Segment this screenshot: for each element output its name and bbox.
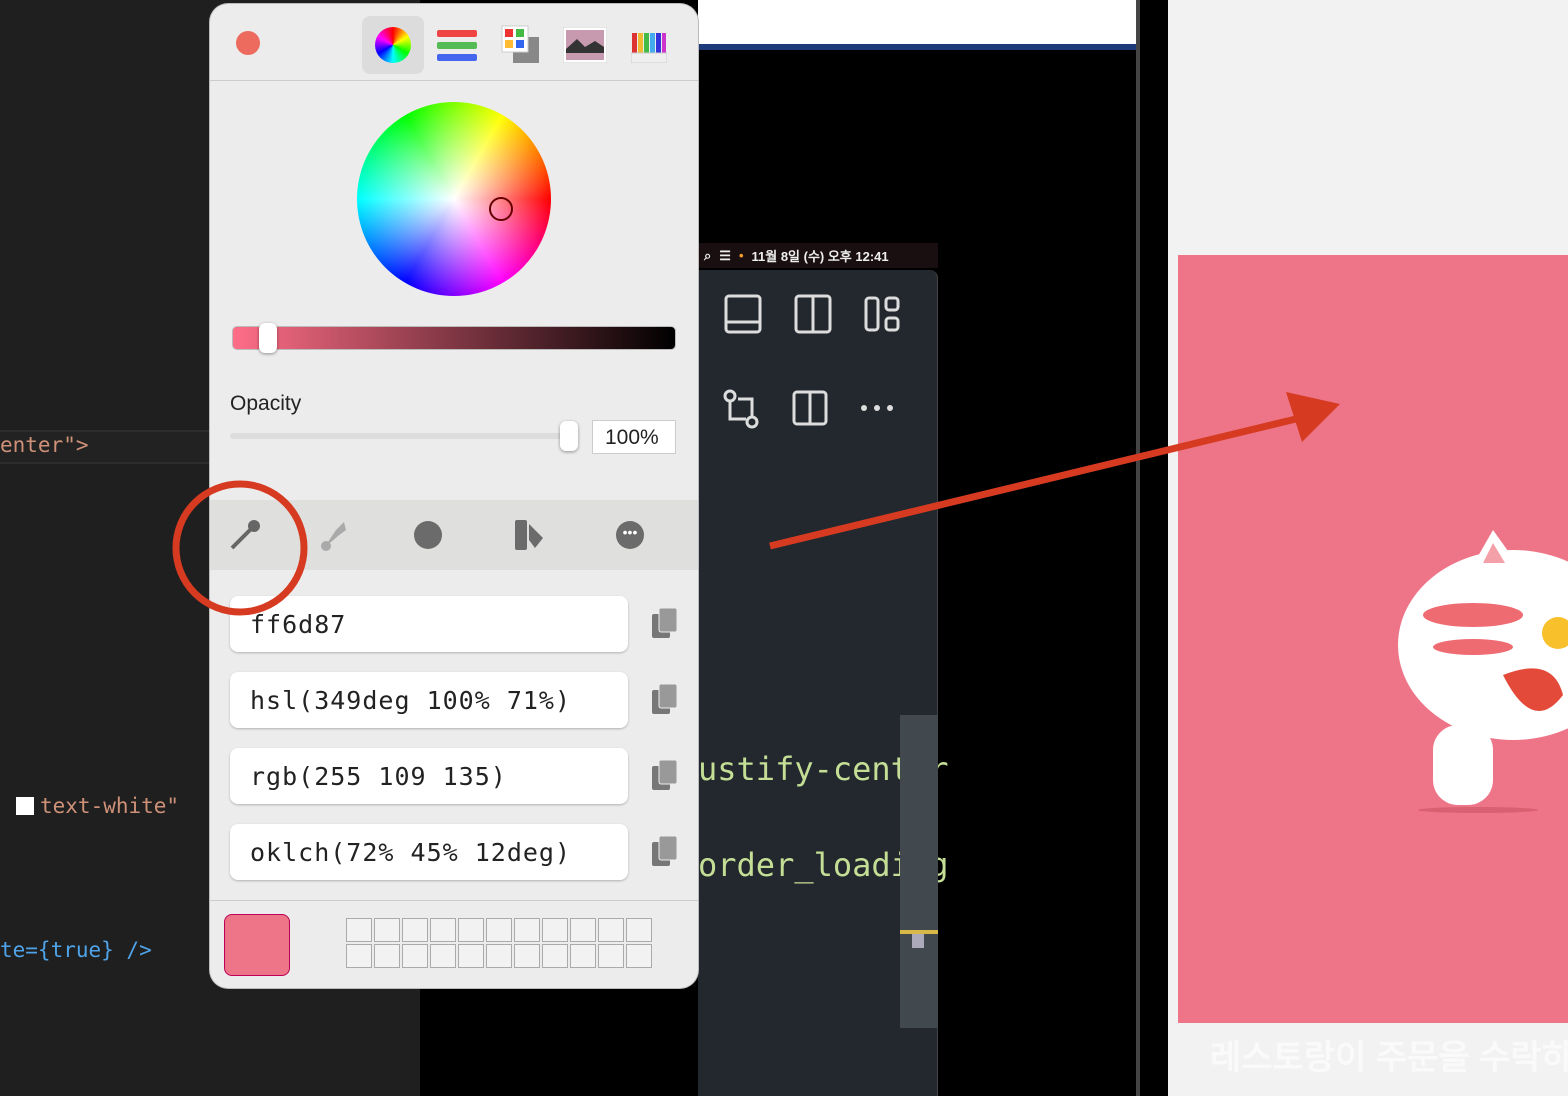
swatch-slot[interactable] <box>542 944 568 968</box>
color-wheel[interactable] <box>357 102 551 296</box>
split-editor-icon <box>792 390 828 426</box>
sliders-icon <box>437 30 477 61</box>
history-clock-icon[interactable] <box>414 521 442 549</box>
swatches-icon[interactable] <box>513 518 545 552</box>
copy-hex-icon[interactable] <box>650 606 678 640</box>
layout-toolbar <box>723 294 900 429</box>
swatch-slot[interactable] <box>626 918 652 942</box>
layout-grid-icon <box>864 296 900 332</box>
opacity-slider[interactable] <box>230 421 578 451</box>
cat-mascot-illustration <box>1398 530 1568 813</box>
rgb-value-field[interactable]: rgb(255 109 135) <box>230 748 628 804</box>
preview-pink-banner <box>1178 255 1568 1023</box>
brightness-slider[interactable] <box>232 323 676 353</box>
tab-pencils[interactable] <box>618 16 680 74</box>
swatch-slot[interactable] <box>570 944 596 968</box>
recording-dot-icon: • <box>738 248 744 263</box>
more-icon <box>861 405 893 411</box>
opacity-slider-thumb[interactable] <box>560 421 578 451</box>
tab-image-palettes[interactable] <box>554 16 616 74</box>
color-wheel-icon <box>375 27 411 63</box>
tab-color-wheel[interactable] <box>362 16 424 74</box>
hex-value-field[interactable]: ff6d87 <box>230 596 628 652</box>
palettes-icon <box>501 25 539 63</box>
color-picker-panel: Opacity 100% ••• ff6d87 hsl(349deg 100% … <box>210 4 698 988</box>
control-center-icon[interactable]: ☰ <box>719 248 731 264</box>
window-divider[interactable] <box>1136 0 1140 1096</box>
preview-caption: 레스토랑이 주문을 수락하 <box>1210 1039 1568 1077</box>
color-preview-swatch[interactable] <box>16 797 34 815</box>
brush-icon[interactable] <box>318 518 348 552</box>
swatch-slot[interactable] <box>346 944 372 968</box>
code-text: text-white" <box>40 794 180 818</box>
search-icon[interactable]: ⌕ <box>704 248 711 264</box>
swatch-slot[interactable] <box>374 918 400 942</box>
eyedropper-icon[interactable] <box>228 518 262 552</box>
copy-rgb-icon[interactable] <box>650 758 678 792</box>
swatch-slot[interactable] <box>486 918 512 942</box>
panel-bottom-icon <box>724 294 762 334</box>
swatch-slot[interactable] <box>542 918 568 942</box>
tools-bar: ••• <box>210 500 698 570</box>
swatch-slot[interactable] <box>514 918 540 942</box>
code-line: enter"> <box>0 433 89 457</box>
opacity-label: Opacity <box>230 392 302 415</box>
swatch-slot[interactable] <box>458 918 484 942</box>
menu-bar: ⌕ ☰ • 11월 8일 (수) 오후 12:41 <box>698 243 938 268</box>
pencils-icon <box>631 33 667 63</box>
swatch-slot[interactable] <box>402 944 428 968</box>
crosshair-icon <box>489 197 513 221</box>
browser-window-top <box>698 0 1136 50</box>
image-icon <box>563 27 607 63</box>
code-line: text-white" <box>16 794 179 818</box>
code-line: te={true} /> <box>0 938 152 962</box>
swatch-slot[interactable] <box>430 944 456 968</box>
oklch-value-field[interactable]: oklch(72% 45% 12deg) <box>230 824 628 880</box>
source-control-icon <box>723 389 759 429</box>
swatch-slot[interactable] <box>458 944 484 968</box>
swatch-slot[interactable] <box>570 918 596 942</box>
code-text: te={true} /> <box>0 938 152 962</box>
split-view-icon <box>794 294 832 334</box>
swatch-slot[interactable] <box>346 918 372 942</box>
swatch-slot[interactable] <box>402 918 428 942</box>
swatch-slot[interactable] <box>374 944 400 968</box>
opacity-input[interactable]: 100% <box>592 420 676 454</box>
more-options-icon[interactable]: ••• <box>616 521 644 549</box>
brightness-slider-thumb[interactable] <box>259 323 277 353</box>
menubar-clock: 11월 8일 (수) 오후 12:41 <box>751 249 889 264</box>
swatch-slot[interactable] <box>514 944 540 968</box>
tab-color-palettes[interactable] <box>490 16 552 74</box>
close-button[interactable] <box>236 31 260 55</box>
saved-swatches <box>346 918 652 968</box>
swatch-slot[interactable] <box>430 918 456 942</box>
swatch-slot[interactable] <box>626 944 652 968</box>
copy-hsl-icon[interactable] <box>650 682 678 716</box>
hsl-value-field[interactable]: hsl(349deg 100% 71%) <box>230 672 628 728</box>
code-text: enter"> <box>0 433 89 457</box>
copy-oklch-icon[interactable] <box>650 834 678 868</box>
current-color-well[interactable] <box>224 914 290 976</box>
tab-color-sliders[interactable] <box>426 16 488 74</box>
swatch-slot[interactable] <box>598 918 624 942</box>
swatch-slot[interactable] <box>598 944 624 968</box>
minimap[interactable] <box>900 715 938 1028</box>
swatch-slot[interactable] <box>486 944 512 968</box>
